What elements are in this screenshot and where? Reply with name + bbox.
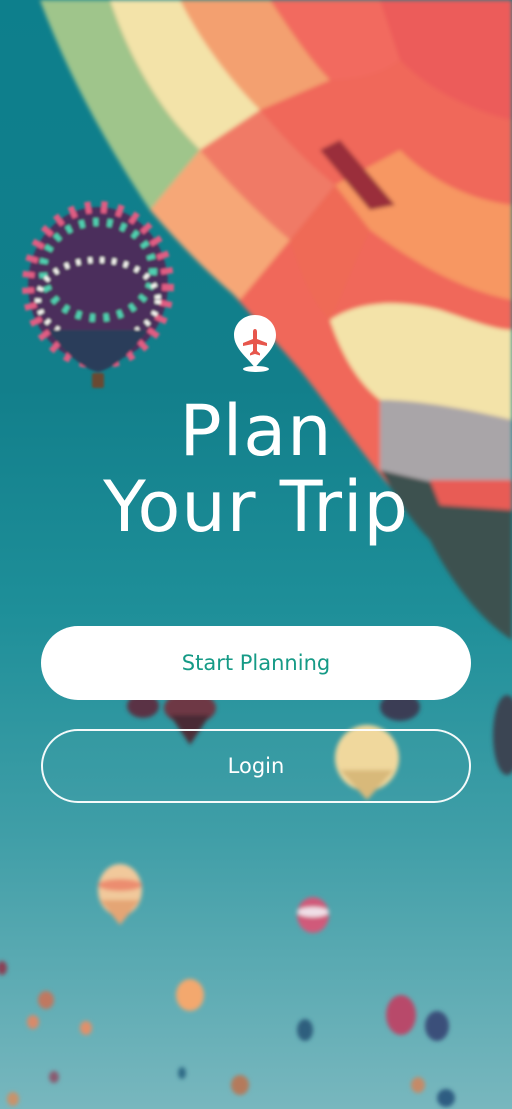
title-line-2: Your Trip (103, 466, 409, 548)
login-button[interactable]: Login (41, 729, 471, 803)
login-label: Login (227, 754, 285, 778)
start-planning-label: Start Planning (181, 651, 331, 675)
map-pin-airplane-icon (231, 313, 279, 373)
title-line-1: Plan (179, 390, 333, 472)
start-planning-button[interactable]: Start Planning (41, 626, 471, 700)
splash-screen: Plan Your Trip Start Planning Login (0, 0, 512, 1109)
splash-content: Plan Your Trip Start Planning Login (0, 0, 512, 1109)
